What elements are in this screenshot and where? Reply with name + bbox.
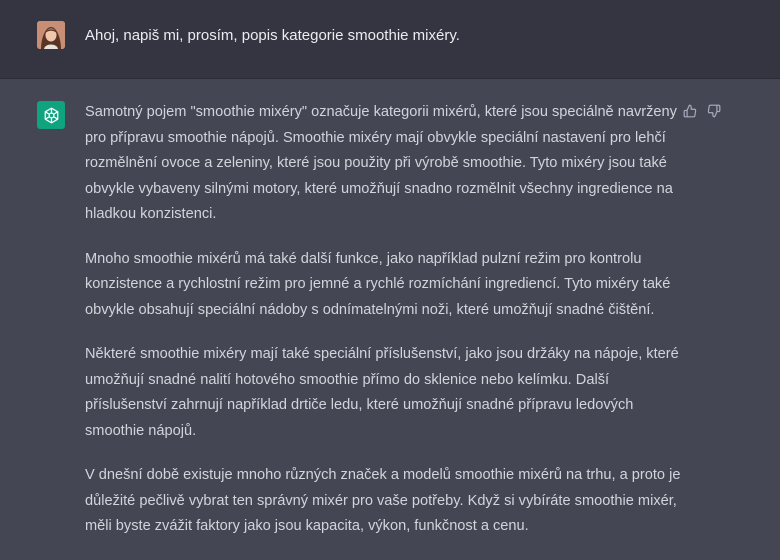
- text-line: měli byste zvážit faktory jako jsou kapa…: [85, 518, 529, 534]
- text-line: obvykle obsahují speciální nádoby s odní…: [85, 301, 655, 318]
- paragraph-1: Samotný pojem "smoothie mixéry" označuje…: [85, 100, 680, 228]
- assistant-message-text: Samotný pojem "smoothie mixéry" označuje…: [85, 100, 680, 559]
- text-line: Mnoho smoothie mixérů má také další funk…: [85, 250, 642, 267]
- text-line: smoothie nápojů.: [85, 422, 197, 439]
- text-line: V dnešní době existuje mnoho různých zna…: [85, 467, 681, 483]
- text-line: konzistence a rychlostní režim pro jemné…: [85, 276, 671, 292]
- thumbs-up-icon[interactable]: [680, 101, 700, 121]
- paragraph-4: V dnešní době existuje mnoho různých zna…: [85, 463, 680, 540]
- text-line: pro přípravu smoothie nápojů. Smoothie m…: [85, 129, 666, 146]
- paragraph-3: Některé smoothie mixéry mají také speciá…: [85, 342, 680, 444]
- text-line: Některé smoothie mixéry mají také speciá…: [85, 346, 679, 362]
- paragraph-2: Mnoho smoothie mixérů má také další funk…: [85, 247, 680, 324]
- user-message-row: Ahoj, napiš mi, prosím, popis kategorie …: [0, 0, 780, 79]
- text-line: obvykle vybaveny silnými motory, které u…: [85, 180, 673, 197]
- thumbs-down-icon[interactable]: [704, 101, 724, 121]
- text-line: Samotný pojem "smoothie mixéry" označuje…: [85, 104, 677, 120]
- text-line: hladkou konzistenci.: [85, 206, 217, 222]
- user-message-text: Ahoj, napiš mi, prosím, popis kategorie …: [85, 27, 460, 44]
- text-line: umožňují snadné nalití hotového smoothie…: [85, 371, 610, 388]
- user-avatar: [37, 21, 65, 49]
- text-line: důležité pečlivě vybrat ten správný mixé…: [85, 492, 677, 509]
- text-line: příslušenství zahrnují například drtiče …: [85, 397, 634, 413]
- text-line: rozmělnění ovoce a zeleniny, které jsou …: [85, 155, 667, 171]
- openai-logo-icon: [37, 101, 65, 129]
- assistant-message-row: Samotný pojem "smoothie mixéry" označuje…: [0, 79, 780, 560]
